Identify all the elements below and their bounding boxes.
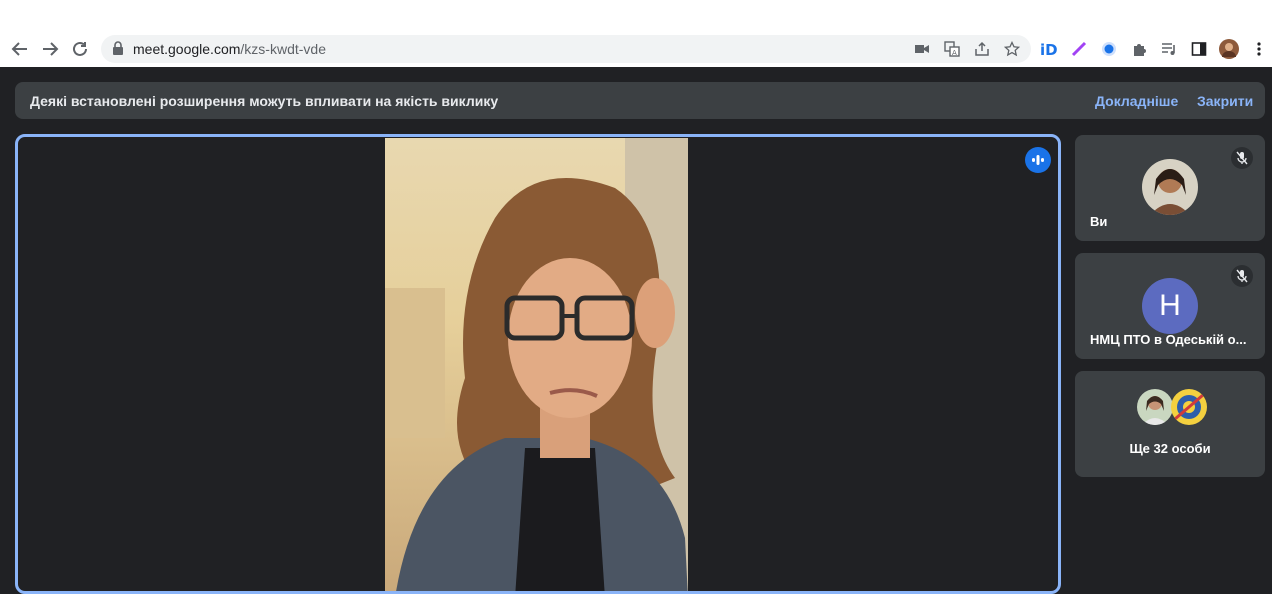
more-participants-tile[interactable]: Ще 32 особи xyxy=(1075,371,1265,477)
address-bar[interactable]: meet.google.com/kzs-kwdt-vde A xyxy=(101,35,1031,63)
extensions-warning-banner: Деякі встановлені розширення можуть впли… xyxy=(15,82,1265,119)
main-speaker-tile[interactable] xyxy=(15,134,1061,594)
bookmark-star-icon[interactable] xyxy=(1003,40,1021,58)
lock-icon[interactable] xyxy=(112,41,124,60)
mic-off-icon xyxy=(1231,265,1253,287)
learn-more-link[interactable]: Докладніше xyxy=(1095,93,1178,109)
participant-thumb-avatar xyxy=(1137,389,1173,425)
close-banner-button[interactable]: Закрити xyxy=(1197,93,1253,109)
browser-toolbar: meet.google.com/kzs-kwdt-vde A iD xyxy=(0,0,1272,67)
svg-text:iD: iD xyxy=(1040,41,1058,57)
mic-off-icon xyxy=(1231,147,1253,169)
share-icon[interactable] xyxy=(973,40,991,58)
speaker-video xyxy=(385,138,688,591)
self-avatar xyxy=(1142,159,1198,215)
self-name: Ви xyxy=(1090,214,1108,229)
pen-extension-icon[interactable] xyxy=(1069,39,1089,59)
back-icon[interactable] xyxy=(8,37,32,61)
url-path: /kzs-kwdt-vde xyxy=(240,41,326,57)
media-queue-icon[interactable] xyxy=(1159,39,1179,59)
forward-icon[interactable] xyxy=(38,37,62,61)
side-panel-icon[interactable] xyxy=(1189,39,1209,59)
record-extension-icon[interactable] xyxy=(1099,39,1119,59)
more-vert-icon[interactable] xyxy=(1249,39,1269,59)
speaking-indicator-icon xyxy=(1025,147,1051,173)
participant-tile[interactable]: Н НМЦ ПТО в Одеській о... xyxy=(1075,253,1265,359)
extension-id-icon[interactable]: iD xyxy=(1039,39,1059,59)
svg-text:A: A xyxy=(952,49,957,57)
reload-icon[interactable] xyxy=(68,37,92,61)
self-tile[interactable]: Ви xyxy=(1075,135,1265,241)
extensions-puzzle-icon[interactable] xyxy=(1129,39,1149,59)
banner-message: Деякі встановлені розширення можуть впли… xyxy=(30,93,499,109)
participant-name: НМЦ ПТО в Одеській о... xyxy=(1090,332,1247,347)
translate-icon[interactable]: A xyxy=(943,40,961,58)
url-host: meet.google.com xyxy=(133,41,241,57)
profile-avatar-icon[interactable] xyxy=(1219,39,1239,59)
more-participants-label: Ще 32 особи xyxy=(1129,441,1211,456)
url-text[interactable]: meet.google.com/kzs-kwdt-vde xyxy=(133,41,326,57)
participant-logo-avatar xyxy=(1171,389,1207,425)
camera-icon[interactable] xyxy=(913,40,931,58)
participant-initial-avatar: Н xyxy=(1142,278,1198,334)
